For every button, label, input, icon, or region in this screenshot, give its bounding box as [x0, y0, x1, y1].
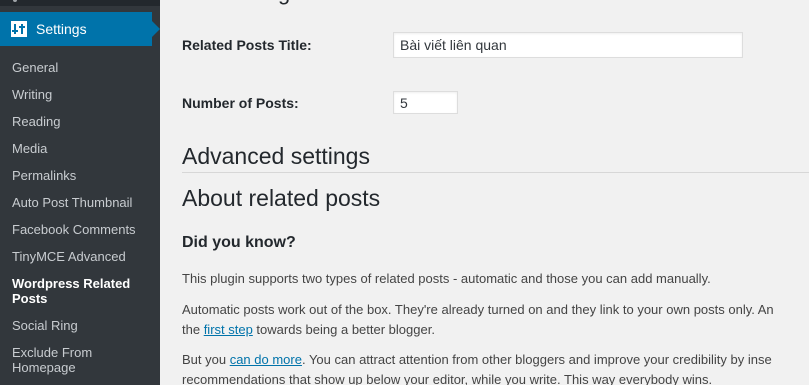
related-posts-title-input[interactable]	[393, 32, 743, 58]
submenu-item-writing[interactable]: Writing	[12, 87, 52, 102]
p3-text-post: . You can attract attention from other b…	[301, 352, 772, 367]
sidebar-top-strip	[0, 0, 160, 6]
related-posts-title-label: Related Posts Title:	[182, 37, 312, 53]
submenu-item-tinymce-advanced[interactable]: TinyMCE Advanced	[12, 249, 126, 264]
advanced-settings-heading[interactable]: Advanced settings	[182, 143, 370, 170]
submenu-item-general[interactable]: General	[12, 60, 58, 75]
submenu-item-media[interactable]: Media	[12, 141, 47, 156]
p2-text-post: towards being a better blogger.	[252, 322, 435, 337]
wp-admin-screen: Settings General Writing Reading Media P…	[0, 0, 809, 385]
settings-content: g Related Posts Title: Number of Posts: …	[160, 0, 809, 385]
about-paragraph-3-line-1: But you can do more. You can attract att…	[182, 350, 809, 370]
admin-sidebar: Settings General Writing Reading Media P…	[0, 0, 160, 385]
did-you-know-heading: Did you know?	[182, 234, 296, 251]
about-paragraph-2-line-2: the first step towards being a better bl…	[182, 320, 809, 340]
dashboard-icon-fragment	[13, 0, 17, 2]
can-do-more-link[interactable]: can do more	[230, 352, 302, 367]
submenu-item-social-ring[interactable]: Social Ring	[12, 318, 78, 333]
submenu-item-auto-post-thumbnail[interactable]: Auto Post Thumbnail	[12, 195, 132, 210]
number-of-posts-input[interactable]	[393, 91, 458, 114]
sidebar-settings-label: Settings	[36, 21, 87, 37]
submenu-item-wordpress-related-posts[interactable]: Wordpress Related Posts	[12, 276, 132, 306]
submenu-item-permalinks[interactable]: Permalinks	[12, 168, 76, 183]
about-related-posts-heading: About related posts	[182, 185, 381, 211]
submenu-item-reading[interactable]: Reading	[12, 114, 60, 129]
page-title-cut: g	[182, 0, 290, 6]
settings-sliders-icon	[11, 21, 27, 37]
first-step-link[interactable]: first step	[204, 322, 253, 337]
section-divider	[182, 172, 809, 173]
about-paragraph-3-line-2: recommendations that show up below your …	[182, 372, 713, 385]
about-paragraph-1: This plugin supports two types of relate…	[182, 271, 711, 286]
about-paragraph-3: But you can do more. You can attract att…	[182, 350, 809, 385]
about-paragraph-2-line-1: Automatic posts work out of the box. The…	[182, 302, 774, 317]
submenu-item-facebook-comments[interactable]: Facebook Comments	[12, 222, 136, 237]
p2-text-pre: the	[182, 322, 204, 337]
number-of-posts-label: Number of Posts:	[182, 95, 299, 111]
p3-text-pre: But you	[182, 352, 230, 367]
submenu-item-exclude-from-homepage[interactable]: Exclude From Homepage	[12, 345, 122, 375]
about-paragraph-2: Automatic posts work out of the box. The…	[182, 300, 809, 340]
sidebar-item-settings[interactable]: Settings	[0, 12, 160, 46]
